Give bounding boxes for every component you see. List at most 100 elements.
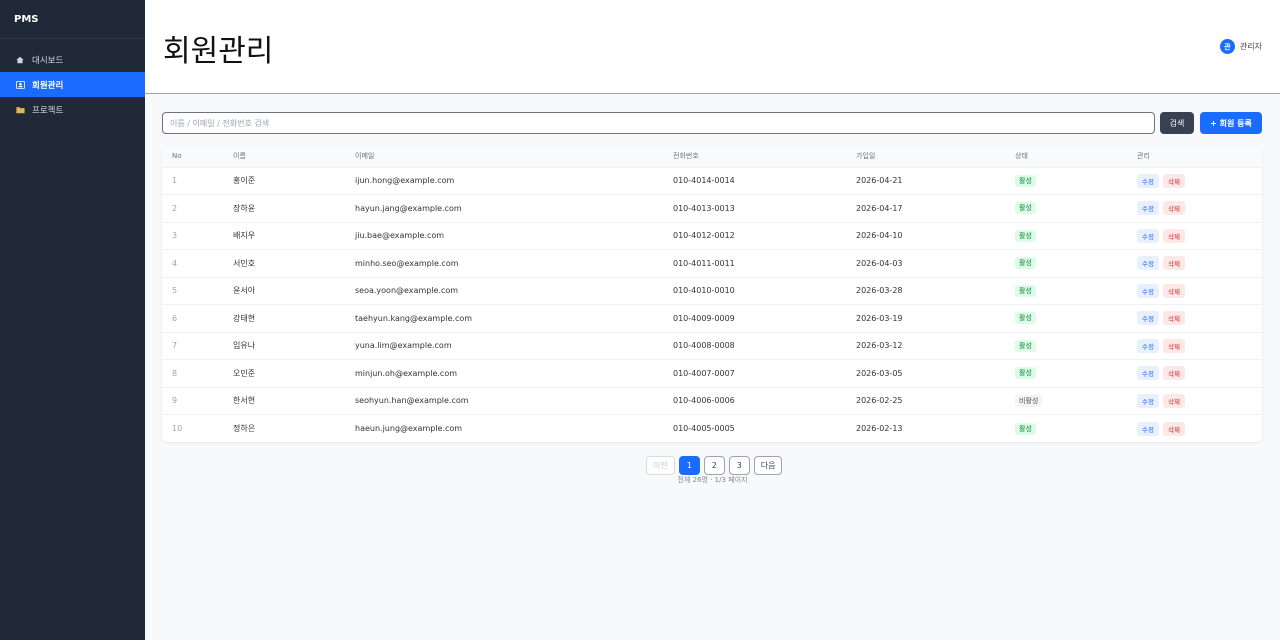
brand-logo[interactable]: PMS <box>0 0 145 39</box>
next-page-button[interactable]: 다음 <box>753 456 783 475</box>
table-row[interactable]: 2 장하윤 hayun.jang@example.com 010-4013-0013 2… <box>162 194 1262 223</box>
search-input[interactable] <box>162 112 1155 134</box>
delete-button[interactable]: 삭제 <box>1162 421 1185 436</box>
delete-button[interactable]: 삭제 <box>1162 393 1185 408</box>
edit-button[interactable]: 수정 <box>1137 201 1159 216</box>
user-name: 관리자 <box>1239 42 1262 51</box>
members-table-card: No 이름 이메일 전화번호 가입일 상태 관리 1 홍이준 ijun.hong@e… <box>162 146 1262 442</box>
cell-status: 활성 <box>1005 250 1127 278</box>
cell-phone: 010-4011-0011 <box>673 258 735 268</box>
cell-actions: 수정 삭제 <box>1127 305 1262 333</box>
edit-button[interactable]: 수정 <box>1137 393 1159 408</box>
table-row[interactable]: 5 윤서아 seoa.yoon@example.com 010-4010-0010 20… <box>162 277 1262 305</box>
table-row[interactable]: 9 한서현 seohyun.han@example.com 010-4006-0006… <box>162 387 1262 415</box>
cell-actions: 수정 삭제 <box>1127 167 1262 195</box>
edit-button[interactable]: 수정 <box>1137 283 1159 298</box>
avatar: 관 <box>1219 39 1235 54</box>
cell-name: 임유나 <box>233 341 256 351</box>
user-menu[interactable]: 관 관리자 <box>1219 39 1262 54</box>
delete-button[interactable]: 삭제 <box>1162 366 1185 381</box>
folder-icon <box>15 106 25 114</box>
members-table: No 이름 이메일 전화번호 가입일 상태 관리 1 홍이준 ijun.hong@e… <box>162 146 1262 442</box>
edit-button[interactable]: 수정 <box>1137 173 1159 188</box>
page-button-1[interactable]: 1 <box>678 456 700 475</box>
sidebar-item-members[interactable]: 회원관리 <box>0 72 145 97</box>
cell-email: hayun.jang@example.com <box>355 203 462 213</box>
column-header-joined[interactable]: 가입일 <box>846 146 1005 167</box>
table-row[interactable]: 1 홍이준 ijun.hong@example.com 010-4014-0014 20… <box>162 167 1262 195</box>
table-row[interactable]: 3 배지우 jiu.bae@example.com 010-4012-0012 2026… <box>162 222 1262 250</box>
sidebar: PMS 대시보드 회원관리 프로젝트 <box>0 0 145 640</box>
column-header-phone[interactable]: 전화번호 <box>663 146 846 167</box>
column-header-status[interactable]: 상태 <box>1005 146 1127 167</box>
cell-status: 활성 <box>1005 222 1127 250</box>
cell-actions: 수정 삭제 <box>1127 195 1262 223</box>
cell-name: 강태현 <box>233 313 256 323</box>
delete-button[interactable]: 삭제 <box>1162 283 1185 298</box>
table-body: 1 홍이준 ijun.hong@example.com 010-4014-0014 20… <box>162 167 1262 442</box>
cell-status: 활성 <box>1005 305 1127 333</box>
cell-actions: 수정 삭제 <box>1127 332 1262 360</box>
cell-phone: 010-4009-0009 <box>673 313 735 323</box>
cell-no: 10 <box>172 424 183 433</box>
cell-joined: 2026-04-17 <box>856 203 903 213</box>
cell-no: 8 <box>172 368 178 378</box>
table-row[interactable]: 6 강태현 taehyun.kang@example.com 010-4009-000… <box>162 304 1262 333</box>
cell-email: seoa.yoon@example.com <box>355 286 459 296</box>
edit-button[interactable]: 수정 <box>1137 421 1159 436</box>
edit-button[interactable]: 수정 <box>1137 338 1159 353</box>
cell-no: 3 <box>172 231 178 241</box>
status-badge: 활성 <box>1015 229 1036 242</box>
delete-button[interactable]: 삭제 <box>1162 228 1185 243</box>
cell-no: 1 <box>172 176 178 186</box>
pagination: 이전 1 2 3 다음 <box>646 456 783 475</box>
prev-page-button[interactable]: 이전 <box>646 456 675 475</box>
table-row[interactable]: 10 정하은 haeun.jung@example.com 010-4005-0005… <box>162 414 1262 443</box>
members-icon <box>15 80 25 89</box>
cell-actions: 수정 삭제 <box>1127 415 1262 443</box>
status-badge: 활성 <box>1015 367 1036 380</box>
cell-actions: 수정 삭제 <box>1127 250 1262 278</box>
sidebar-item-dashboard[interactable]: 대시보드 <box>0 47 145 72</box>
sidebar-item-label: 프로젝트 <box>32 105 64 116</box>
edit-button[interactable]: 수정 <box>1137 311 1159 326</box>
add-member-button[interactable]: + 회원 등록 <box>1200 112 1262 134</box>
cell-name: 서민호 <box>233 258 256 268</box>
column-header-email[interactable]: 이메일 <box>345 146 663 167</box>
cell-no: 7 <box>172 341 178 351</box>
column-header-name[interactable]: 이름 <box>223 146 345 167</box>
cell-actions: 수정 삭제 <box>1127 387 1262 415</box>
delete-button[interactable]: 삭제 <box>1162 173 1185 188</box>
edit-button[interactable]: 수정 <box>1137 228 1159 243</box>
cell-phone: 010-4012-0012 <box>673 231 735 241</box>
cell-email: seohyun.han@example.com <box>355 396 469 406</box>
delete-button[interactable]: 삭제 <box>1162 338 1185 353</box>
table-row[interactable]: 8 오민준 minjun.oh@example.com 010-4007-0007 20… <box>162 359 1262 388</box>
cell-phone: 010-4006-0006 <box>673 396 735 406</box>
page-button-3[interactable]: 3 <box>728 456 750 475</box>
delete-button[interactable]: 삭제 <box>1162 311 1185 326</box>
cell-phone: 010-4010-0010 <box>673 286 735 296</box>
delete-button[interactable]: 삭제 <box>1162 201 1185 216</box>
cell-status: 활성 <box>1005 277 1127 305</box>
sidebar-item-projects[interactable]: 프로젝트 <box>0 97 145 122</box>
cell-email: taehyun.kang@example.com <box>355 313 473 323</box>
table-row[interactable]: 4 서민호 minho.seo@example.com 010-4011-0011 20… <box>162 249 1262 278</box>
cell-joined: 2026-03-12 <box>856 341 903 351</box>
cell-name: 오민준 <box>233 368 256 378</box>
status-badge: 활성 <box>1015 257 1036 270</box>
page-button-2[interactable]: 2 <box>703 456 725 475</box>
cell-name: 배지우 <box>233 231 256 241</box>
edit-button[interactable]: 수정 <box>1137 256 1159 271</box>
column-header-no[interactable]: No <box>162 146 223 167</box>
search-button[interactable]: 검색 <box>1160 112 1194 134</box>
cell-joined: 2026-03-28 <box>856 286 903 296</box>
delete-button[interactable]: 삭제 <box>1162 256 1185 271</box>
cell-name: 정하은 <box>233 424 256 433</box>
cell-name: 홍이준 <box>233 176 256 186</box>
cell-no: 4 <box>172 258 178 268</box>
status-badge: 활성 <box>1015 312 1036 325</box>
table-row[interactable]: 7 임유나 yuna.lim@example.com 010-4008-0008 202… <box>162 332 1262 360</box>
cell-no: 9 <box>172 396 178 406</box>
edit-button[interactable]: 수정 <box>1137 366 1159 381</box>
